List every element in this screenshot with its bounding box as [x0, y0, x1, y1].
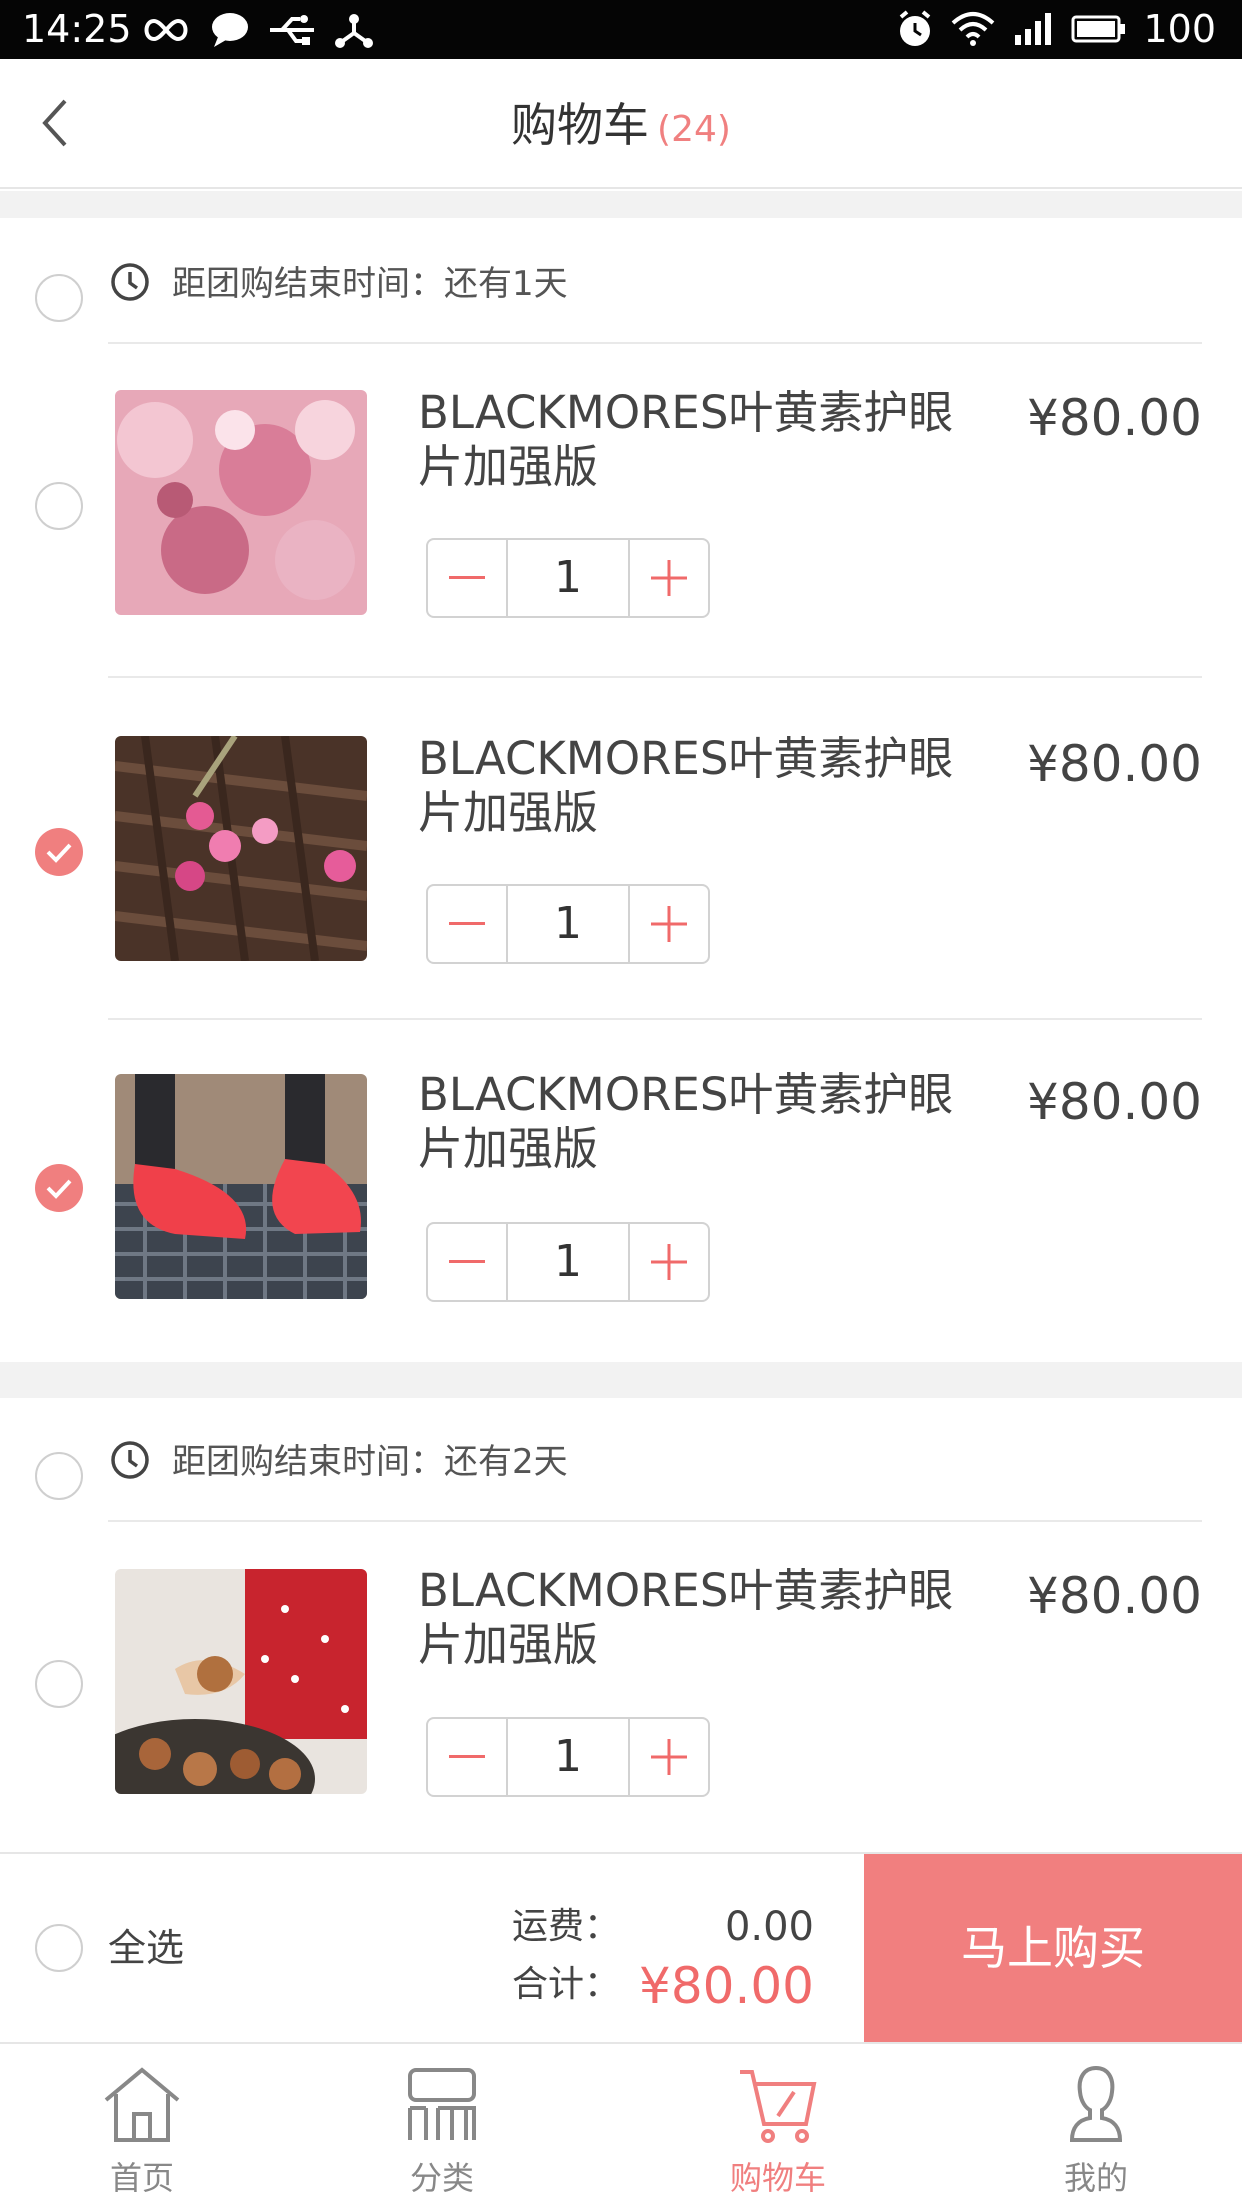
- category-icon: [408, 2068, 476, 2140]
- product-image[interactable]: [115, 1569, 367, 1794]
- signal-icon: [1015, 13, 1052, 45]
- increase-button[interactable]: [630, 1719, 708, 1795]
- group-countdown: 距团购结束时间：还有1天: [172, 264, 568, 304]
- cart-icon: [740, 2070, 817, 2143]
- group-header: 距团购结束时间：还有2天: [0, 1402, 1242, 1522]
- nav-header: 购物车 (24): [0, 59, 1242, 189]
- increase-button[interactable]: [630, 886, 708, 962]
- clock-icon: [111, 1441, 149, 1479]
- page-title: 购物车 (24): [0, 97, 1242, 158]
- minus-icon: [449, 1260, 485, 1263]
- tab-cart-label: 购物车: [729, 2159, 826, 2197]
- quantity-stepper: 1: [426, 884, 710, 964]
- total-label: 合计：: [512, 1964, 621, 2005]
- quantity-stepper: 1: [426, 538, 710, 618]
- quantity-value[interactable]: 1: [506, 1224, 630, 1300]
- cart-item: BLACKMORES叶黄素护眼片加强版 ¥80.00 1: [0, 1020, 1242, 1360]
- plus-icon: [651, 906, 687, 942]
- minus-icon: [449, 576, 485, 579]
- quantity-stepper: 1: [426, 1222, 710, 1302]
- profile-icon: [1069, 2065, 1123, 2142]
- increase-button[interactable]: [630, 540, 708, 616]
- buy-now-button[interactable]: 马上购买: [864, 1854, 1242, 2042]
- cart-item: BLACKMORES叶黄素护眼片加强版 ¥80.00 1: [0, 346, 1242, 676]
- status-time: 14:25: [22, 7, 132, 51]
- plus-icon: [651, 1739, 687, 1775]
- plus-icon: [651, 560, 687, 596]
- tab-home[interactable]: 首页: [62, 2044, 222, 2208]
- select-all-label[interactable]: 全选: [108, 1924, 184, 1972]
- group-checkbox[interactable]: [35, 274, 83, 322]
- item-checkbox[interactable]: [35, 828, 83, 876]
- tab-category-label: 分类: [409, 2159, 474, 2197]
- product-price: ¥80.00: [1027, 735, 1202, 793]
- decrease-button[interactable]: [428, 886, 506, 962]
- shipping-label: 运费：: [512, 1906, 621, 1947]
- home-icon: [104, 2067, 180, 2142]
- page-title-text: 购物车: [511, 98, 650, 152]
- shipping-value: 0.00: [724, 1904, 814, 1950]
- product-image[interactable]: [115, 390, 367, 615]
- product-name[interactable]: BLACKMORES叶黄素护眼片加强版: [418, 732, 978, 840]
- tab-bar: 首页 分类 购物车 我的: [0, 2042, 1242, 2208]
- share-icon: [335, 14, 373, 48]
- battery-level: 100: [1143, 7, 1216, 51]
- clock-icon: [111, 263, 149, 301]
- total-value: ¥80.00: [639, 1957, 814, 2015]
- section-gap: [0, 191, 1242, 218]
- item-checkbox[interactable]: [35, 1660, 83, 1708]
- check-icon: [46, 1179, 72, 1199]
- usb-icon: [270, 15, 314, 45]
- product-name[interactable]: BLACKMORES叶黄素护眼片加强版: [418, 1068, 978, 1176]
- product-price: ¥80.00: [1027, 1073, 1202, 1131]
- decrease-button[interactable]: [428, 1224, 506, 1300]
- message-icon: [212, 13, 248, 47]
- decrease-button[interactable]: [428, 1719, 506, 1795]
- tab-home-label: 首页: [109, 2159, 174, 2197]
- alarm-icon: [900, 10, 931, 46]
- quantity-value[interactable]: 1: [506, 886, 630, 962]
- section-gap: [0, 1362, 1242, 1398]
- select-all-checkbox[interactable]: [35, 1924, 83, 1972]
- product-image[interactable]: [115, 736, 367, 961]
- product-name[interactable]: BLACKMORES叶黄素护眼片加强版: [418, 386, 978, 494]
- wifi-icon: [952, 12, 995, 46]
- quantity-value[interactable]: 1: [506, 1719, 630, 1795]
- product-image[interactable]: [115, 1074, 367, 1299]
- tab-profile[interactable]: 我的: [1016, 2044, 1176, 2208]
- cart-item: BLACKMORES叶黄素护眼片加强版 ¥80.00 1: [0, 1524, 1242, 1852]
- group-countdown: 距团购结束时间：还有2天: [172, 1442, 568, 1482]
- battery-icon: [1071, 15, 1126, 43]
- check-icon: [46, 843, 72, 863]
- product-price: ¥80.00: [1027, 1567, 1202, 1625]
- quantity-stepper: 1: [426, 1717, 710, 1797]
- quantity-value[interactable]: 1: [506, 540, 630, 616]
- product-price: ¥80.00: [1027, 389, 1202, 447]
- plus-icon: [651, 1244, 687, 1280]
- item-checkbox[interactable]: [35, 482, 83, 530]
- cart-item: BLACKMORES叶黄素护眼片加强版 ¥80.00 1: [0, 678, 1242, 1018]
- tab-category[interactable]: 分类: [362, 2044, 522, 2208]
- group-header: 距团购结束时间：还有1天: [0, 224, 1242, 344]
- minus-icon: [449, 1755, 485, 1758]
- item-checkbox[interactable]: [35, 1164, 83, 1212]
- tab-cart[interactable]: 购物车: [698, 2044, 858, 2208]
- product-name[interactable]: BLACKMORES叶黄素护眼片加强版: [418, 1564, 978, 1672]
- minus-icon: [449, 922, 485, 925]
- cart-count: (24): [657, 109, 731, 150]
- status-bar: 14:25 100: [0, 0, 1242, 59]
- checkout-bar: 全选 运费： 0.00 合计： ¥80.00 马上购买: [0, 1852, 1242, 2042]
- infinity-icon: [144, 18, 188, 42]
- group-checkbox[interactable]: [35, 1452, 83, 1500]
- tab-profile-label: 我的: [1063, 2159, 1128, 2197]
- increase-button[interactable]: [630, 1224, 708, 1300]
- decrease-button[interactable]: [428, 540, 506, 616]
